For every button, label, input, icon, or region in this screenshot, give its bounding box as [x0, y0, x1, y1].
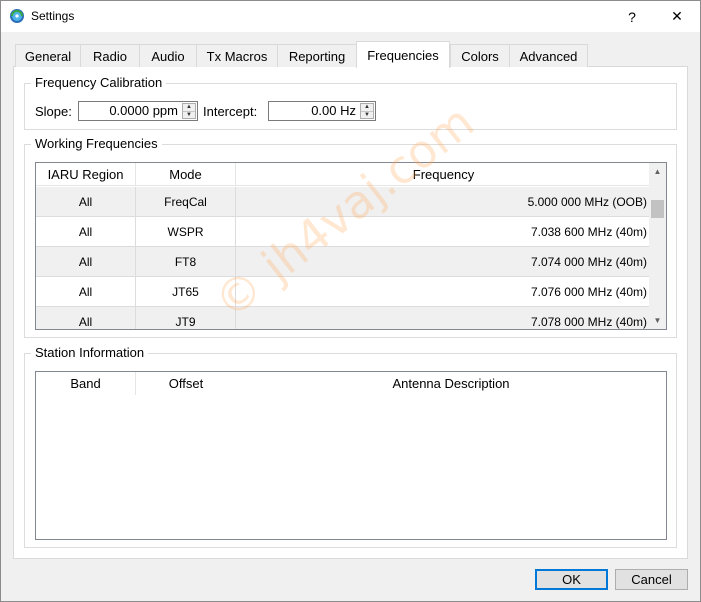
frequency-calibration-title: Frequency Calibration	[31, 75, 167, 90]
station-information-group: Station Information ^ Band Offset Antenn…	[24, 345, 677, 548]
station-information-table[interactable]: ^ Band Offset Antenna Description	[35, 371, 667, 540]
intercept-value: 0.00 Hz	[311, 103, 356, 118]
spin-down-icon[interactable]: ▼	[183, 111, 195, 118]
settings-window: Settings ? ✕ Frequency Calibration Slope…	[0, 0, 701, 602]
cell-region: All	[36, 307, 136, 329]
column-header-band[interactable]: ^ Band	[36, 372, 136, 395]
spin-down-icon[interactable]: ▼	[361, 111, 373, 118]
slope-spin-arrows[interactable]: ▲ ▼	[182, 103, 196, 119]
sort-ascending-icon: ^	[36, 372, 135, 375]
tab-reporting[interactable]: Reporting	[277, 44, 357, 67]
close-button[interactable]: ✕	[654, 1, 700, 32]
intercept-label: Intercept:	[203, 104, 258, 119]
column-header-frequency[interactable]: ^ Frequency	[236, 163, 651, 186]
scroll-thumb[interactable]	[651, 200, 664, 218]
cell-frequency: 5.000 000 MHz (OOB)	[527, 195, 647, 209]
tab-colors[interactable]: Colors	[450, 44, 510, 67]
cell-mode: FreqCal	[136, 187, 236, 217]
cell-region: All	[36, 187, 136, 217]
slope-label: Slope:	[35, 104, 72, 119]
column-header-region[interactable]: IARU Region	[36, 163, 136, 186]
help-icon: ?	[628, 8, 636, 25]
ok-button[interactable]: OK	[535, 569, 608, 590]
scroll-up-icon[interactable]: ▲	[649, 163, 666, 180]
table-row[interactable]: All FT8 7.074 000 MHz (40m)	[36, 247, 651, 277]
working-frequencies-table[interactable]: IARU Region Mode ^ Frequency All FreqCal…	[35, 162, 667, 330]
cell-frequency: 7.074 000 MHz (40m)	[530, 255, 647, 269]
cell-frequency: 7.038 600 MHz (40m)	[530, 225, 647, 239]
station-information-title: Station Information	[31, 345, 149, 360]
intercept-spin-arrows[interactable]: ▲ ▼	[360, 103, 374, 119]
slope-value: 0.0000 ppm	[109, 103, 178, 118]
table-header: ^ Band Offset Antenna Description	[36, 372, 666, 395]
column-header-mode[interactable]: Mode	[136, 163, 236, 186]
tab-radio[interactable]: Radio	[80, 44, 140, 67]
tab-general[interactable]: General	[15, 44, 81, 67]
frequency-calibration-group: Frequency Calibration Slope: 0.0000 ppm …	[24, 75, 677, 130]
column-header-frequency-label: Frequency	[412, 167, 475, 182]
column-header-offset[interactable]: Offset	[136, 372, 236, 395]
cell-region: All	[36, 247, 136, 277]
sort-ascending-icon: ^	[236, 163, 651, 166]
table-row[interactable]: All WSPR 7.038 600 MHz (40m)	[36, 217, 651, 247]
table-row[interactable]: All JT65 7.076 000 MHz (40m)	[36, 277, 651, 307]
frequencies-tab-panel: Frequency Calibration Slope: 0.0000 ppm …	[13, 66, 688, 559]
spin-up-icon[interactable]: ▲	[183, 104, 195, 111]
cell-frequency: 7.076 000 MHz (40m)	[530, 285, 647, 299]
tab-audio[interactable]: Audio	[139, 44, 197, 67]
close-icon: ✕	[671, 8, 683, 24]
cell-region: All	[36, 217, 136, 247]
working-frequencies-title: Working Frequencies	[31, 136, 162, 151]
column-header-band-label: Band	[70, 376, 101, 391]
spin-up-icon[interactable]: ▲	[361, 104, 373, 111]
scroll-down-icon[interactable]: ▼	[649, 312, 666, 329]
tab-tx-macros[interactable]: Tx Macros	[196, 44, 278, 67]
cancel-button[interactable]: Cancel	[615, 569, 688, 590]
vertical-scrollbar[interactable]: ▲ ▼	[649, 163, 666, 329]
help-button[interactable]: ?	[609, 1, 655, 32]
cell-mode: FT8	[136, 247, 236, 277]
title-bar: Settings ? ✕	[1, 1, 700, 32]
tab-advanced[interactable]: Advanced	[509, 44, 588, 67]
cell-mode: WSPR	[136, 217, 236, 247]
cell-region: All	[36, 277, 136, 307]
table-header: IARU Region Mode ^ Frequency	[36, 163, 651, 186]
working-frequencies-group: Working Frequencies IARU Region Mode ^ F…	[24, 136, 677, 338]
app-icon	[10, 9, 24, 23]
tab-frequencies[interactable]: Frequencies	[356, 41, 450, 68]
cell-mode: JT9	[136, 307, 236, 329]
slope-spinbox[interactable]: 0.0000 ppm ▲ ▼	[78, 101, 198, 121]
column-header-antenna-description[interactable]: Antenna Description	[236, 372, 666, 395]
cell-frequency: 7.078 000 MHz (40m)	[530, 315, 647, 329]
cell-mode: JT65	[136, 277, 236, 307]
table-row[interactable]: All JT9 7.078 000 MHz (40m)	[36, 307, 651, 329]
table-row[interactable]: All FreqCal 5.000 000 MHz (OOB)	[36, 187, 651, 217]
intercept-spinbox[interactable]: 0.00 Hz ▲ ▼	[268, 101, 376, 121]
window-title: Settings	[31, 9, 75, 23]
